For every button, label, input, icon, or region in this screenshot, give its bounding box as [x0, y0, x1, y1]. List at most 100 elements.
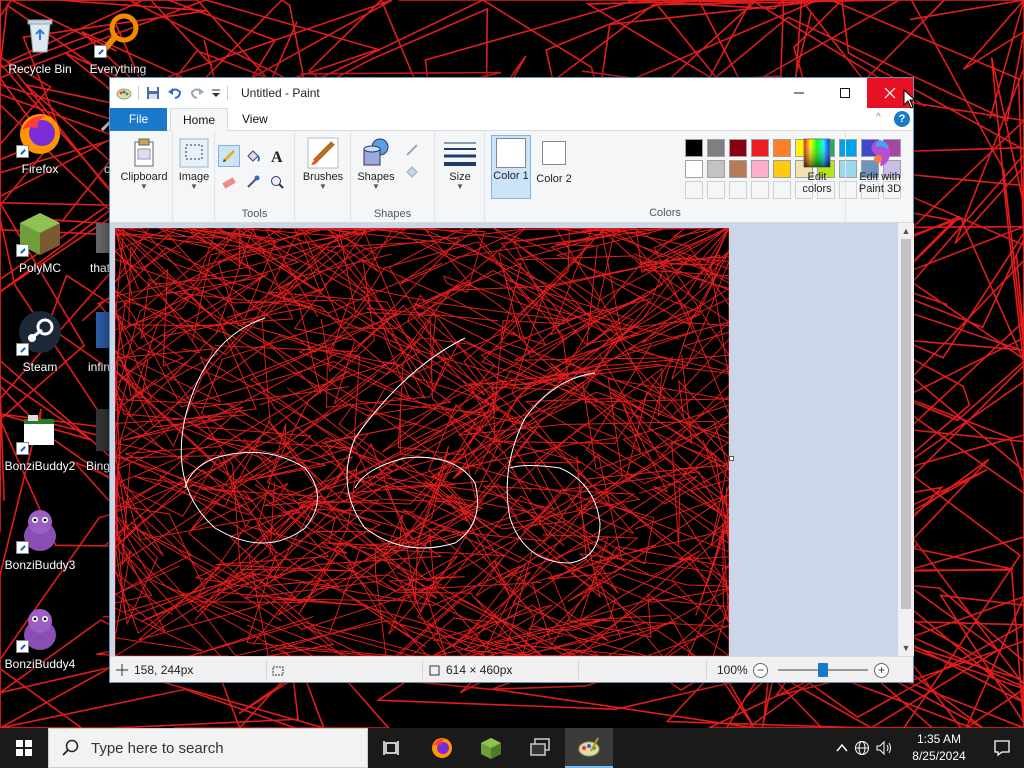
desktop-icon-bonzibuddy4[interactable]: BonziBuddy4: [0, 599, 80, 689]
tab-home[interactable]: Home: [170, 108, 229, 132]
palette-color-swatch[interactable]: [685, 139, 703, 157]
desktop-icon-that[interactable]: that: [78, 203, 110, 293]
scroll-down-icon[interactable]: ▼: [898, 640, 914, 656]
desktop-icon-bing[interactable]: Bing: [78, 401, 112, 491]
fill-tool[interactable]: [242, 145, 264, 167]
desktop-icon-polymc[interactable]: PolyMC: [0, 203, 80, 293]
maximize-icon: [840, 88, 850, 98]
image-size: 614 × 460px: [428, 657, 512, 683]
desktop-icon-label: Everything: [89, 62, 147, 76]
quick-access-toolbar: [116, 84, 228, 102]
scroll-up-icon[interactable]: ▲: [898, 223, 914, 239]
dropdown-caret-icon: ▼: [456, 182, 464, 191]
palette-custom-slot[interactable]: [773, 181, 791, 199]
palette-custom-slot[interactable]: [707, 181, 725, 199]
fill-shape-icon: [406, 166, 418, 178]
palette-color-swatch[interactable]: [773, 160, 791, 178]
desktop-icon-infin[interactable]: infin: [78, 302, 112, 392]
size-button[interactable]: Size ▼: [438, 135, 482, 201]
windows-logo-icon: [16, 740, 32, 756]
volume-icon[interactable]: [876, 740, 894, 756]
shapes-icon: [360, 137, 392, 169]
pencil-tool[interactable]: [218, 145, 240, 167]
taskbar-paint[interactable]: [565, 728, 613, 768]
palette-custom-slot[interactable]: [729, 181, 747, 199]
palette-custom-slot[interactable]: [751, 181, 769, 199]
desktop-icon-bonzibuddy2[interactable]: BonziBuddy2: [0, 401, 80, 491]
shortcut-arrow-icon: [16, 145, 29, 158]
palette-color-swatch[interactable]: [707, 139, 725, 157]
vertical-scrollbar[interactable]: ▲ ▼: [898, 223, 914, 656]
paint-app-icon: [578, 737, 600, 757]
color1-button[interactable]: Color 1: [491, 135, 531, 199]
network-globe-icon[interactable]: [854, 740, 870, 756]
palette-color-swatch[interactable]: [751, 160, 769, 178]
start-button[interactable]: [0, 728, 48, 768]
zoom-out-button[interactable]: −: [753, 663, 768, 678]
taskbar-polymc[interactable]: [467, 728, 515, 768]
palette-color-swatch[interactable]: [773, 139, 791, 157]
image-button[interactable]: Image ▼: [174, 135, 214, 201]
help-icon[interactable]: ?: [894, 111, 910, 127]
edit-with-paint3d-button[interactable]: Edit with Paint 3D: [848, 135, 912, 201]
zoom-slider-thumb[interactable]: [818, 663, 828, 677]
title-bar[interactable]: Untitled - Paint: [110, 78, 913, 108]
color2-swatch: [542, 141, 566, 165]
shapes-button[interactable]: Shapes ▼: [354, 135, 398, 201]
scribble-stroke: [462, 228, 729, 464]
palette-color-swatch[interactable]: [707, 160, 725, 178]
outline-button[interactable]: [401, 139, 423, 161]
clipboard-button[interactable]: Clipboard ▼: [117, 135, 171, 201]
fill-button[interactable]: [401, 161, 423, 183]
brushes-button[interactable]: Brushes ▼: [298, 135, 348, 201]
scribble-stroke: [115, 360, 352, 572]
palette-color-swatch[interactable]: [751, 139, 769, 157]
magnifier-tool[interactable]: [266, 171, 288, 193]
desktop-icon-firefox[interactable]: Firefox: [0, 104, 80, 194]
task-view-button[interactable]: [368, 728, 416, 768]
palette-custom-slot[interactable]: [685, 181, 703, 199]
maximize-button[interactable]: [822, 78, 868, 108]
desktop-icon-c[interactable]: c: [78, 104, 116, 194]
color-picker-tool[interactable]: [242, 171, 264, 193]
tab-file[interactable]: File: [110, 108, 167, 131]
customize-toolbar-dropdown-icon[interactable]: [211, 85, 221, 101]
pencil-icon: [222, 149, 236, 163]
desktop-icon-label: Bing: [85, 459, 110, 473]
desktop-icon-steam[interactable]: Steam: [0, 302, 80, 392]
minimize-button[interactable]: [776, 78, 822, 108]
palette-color-swatch[interactable]: [729, 160, 747, 178]
palette-color-swatch[interactable]: [729, 139, 747, 157]
text-tool[interactable]: A: [266, 145, 288, 167]
minimize-ribbon-chevron-icon[interactable]: ^: [876, 112, 881, 123]
cursor-position-text: 158, 244px: [134, 663, 194, 677]
bonzibuddy-gorilla-icon: [16, 605, 64, 653]
scribble-stroke: [115, 253, 482, 432]
desktop-icon-recycle-bin[interactable]: Recycle Bin: [0, 4, 80, 94]
eraser-tool[interactable]: [218, 171, 240, 193]
taskbar-firefox[interactable]: [418, 728, 466, 768]
taskbar-clock[interactable]: 1:35 AM 8/25/2024: [904, 731, 974, 765]
group-size: Size ▼: [435, 131, 485, 223]
tab-view[interactable]: View: [230, 108, 280, 131]
desktop-icon-bonzibuddy3[interactable]: BonziBuddy3: [0, 500, 80, 590]
scribble-stroke: [585, 343, 729, 546]
taskbar-search[interactable]: Type here to search: [48, 728, 368, 768]
zoom-in-button[interactable]: +: [874, 663, 889, 678]
undo-icon[interactable]: [167, 85, 183, 101]
dropdown-caret-icon: ▼: [319, 182, 327, 191]
dropdown-caret-icon: ▼: [372, 182, 380, 191]
scrollbar-thumb[interactable]: [901, 239, 911, 609]
canvas-resize-handle[interactable]: [729, 456, 734, 461]
palette-color-swatch[interactable]: [685, 160, 703, 178]
taskbar-explorer-windows[interactable]: [516, 728, 564, 768]
zoom-level: 100%: [717, 657, 748, 683]
color2-button[interactable]: Color 2: [535, 135, 573, 201]
paint-app-icon[interactable]: [116, 85, 132, 101]
save-icon[interactable]: [145, 85, 161, 101]
redo-icon[interactable]: [189, 85, 205, 101]
edit-colors-button[interactable]: Edit colors: [797, 135, 837, 201]
action-center-button[interactable]: [980, 728, 1024, 768]
chevron-up-icon[interactable]: [836, 742, 848, 754]
drawing-canvas[interactable]: [115, 228, 729, 656]
